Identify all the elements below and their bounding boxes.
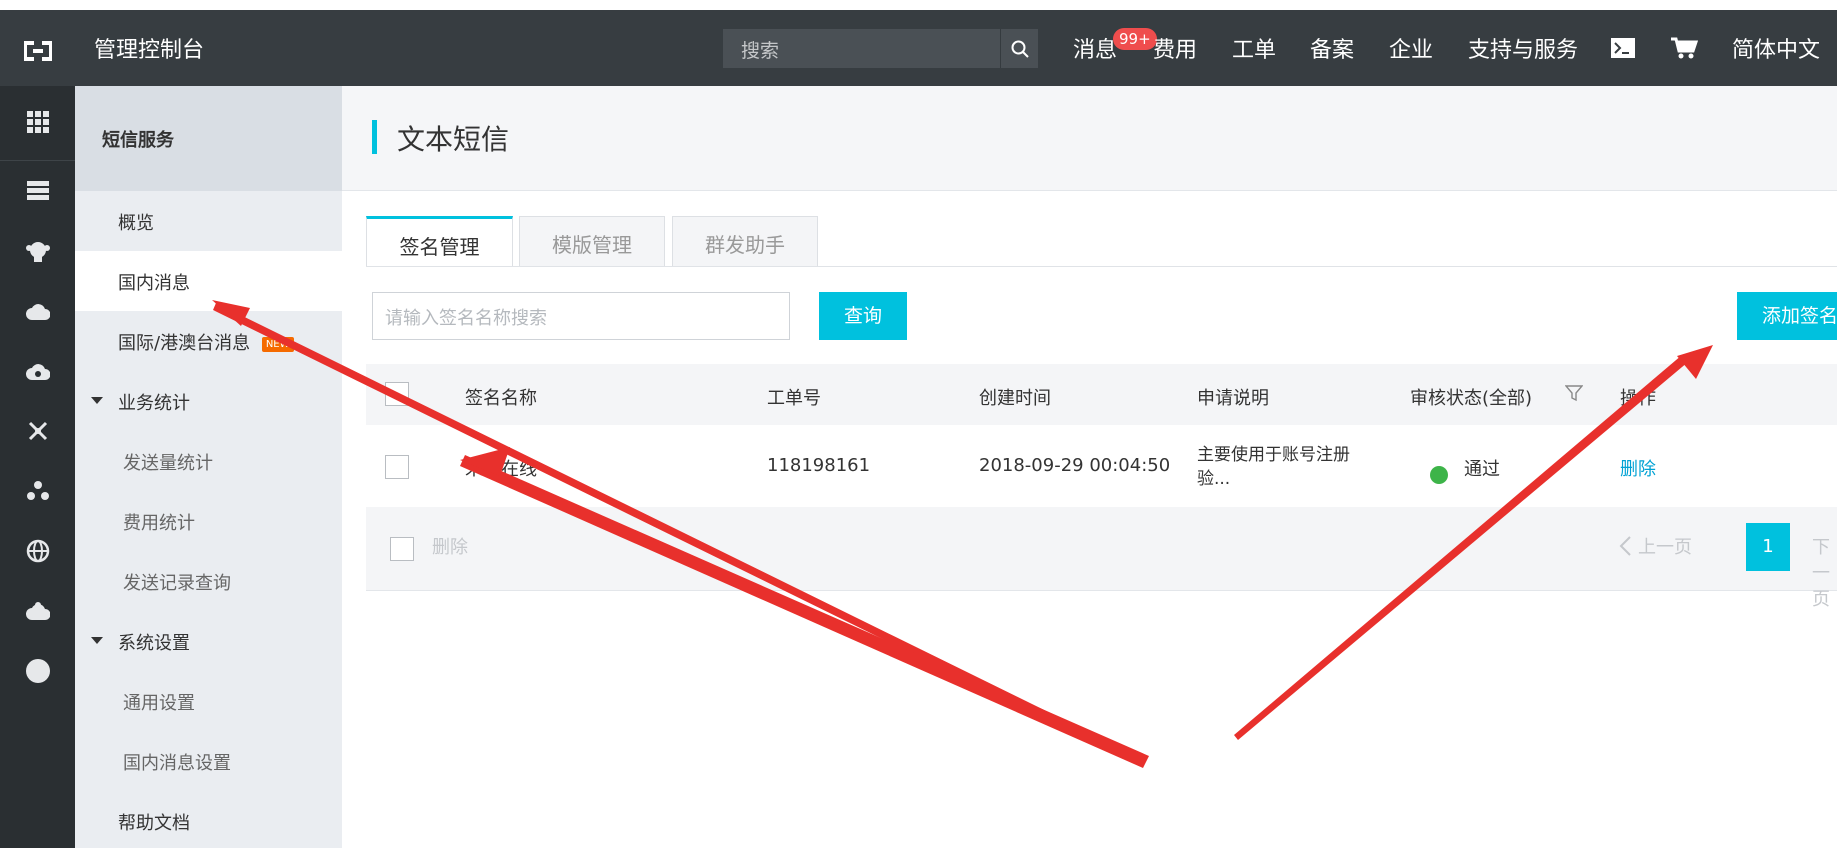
grid-icon[interactable] [25,109,51,135]
cart-icon[interactable] [1670,36,1698,60]
logo-icon[interactable] [18,36,58,66]
left-rail [0,86,75,848]
tab-bulk-send[interactable]: 群发助手 [672,216,818,267]
page-header: 文本短信 [342,86,1837,191]
cloud-icon[interactable] [25,298,51,324]
main-content: 文本短信 签名管理 模版管理 群发助手 请输入签名名称搜索 查询 添加签名 签名… [342,86,1837,848]
caret-down-icon [91,637,103,644]
col-note: 申请说明 [1197,388,1269,409]
new-tag: NEW [261,336,294,352]
nav-tickets[interactable]: 工单 [1232,32,1276,64]
sidebar-item-help-docs[interactable]: 帮助文档 [75,791,342,851]
col-action: 操作 [1620,388,1656,409]
sidebar-item-general-settings[interactable]: 通用设置 [75,671,342,731]
sidebar-item-send-stats[interactable]: 发送量统计 [75,431,342,491]
search-input[interactable]: 搜索 [723,29,1038,68]
sidebar-item-label: 国内消息 [118,273,190,294]
sidebar-group-settings[interactable]: 系统设置 [75,611,342,671]
nav-support[interactable]: 支持与服务 [1468,32,1578,64]
note-line: 验... [1197,469,1231,489]
sidebar-item-label: 帮助文档 [118,813,190,834]
signature-name: 未来在线 [465,459,537,480]
row-checkbox[interactable] [385,455,409,479]
created-time: 2018-09-29 00:04:50 [979,455,1171,476]
sidebar-item-domestic-settings[interactable]: 国内消息设置 [75,731,342,791]
sidebar-item-label: 发送量统计 [123,453,213,474]
add-signature-button[interactable]: 添加签名 [1737,292,1837,340]
gear-cloud-icon[interactable] [25,598,51,624]
nodes-icon[interactable] [25,478,51,504]
filter-icon[interactable] [1565,384,1583,402]
sidebar-item-label: 业务统计 [118,393,190,414]
sidebar-item-domestic[interactable]: 国内消息 [75,251,342,311]
sidebar-item-international[interactable]: 国际/港澳台消息 NEW [75,311,342,371]
signature-search-input[interactable]: 请输入签名名称搜索 [372,292,790,340]
tabs-divider [366,266,1837,267]
rail-divider [0,160,75,161]
table-header: 签名名称 工单号 创建时间 申请说明 审核状态(全部) 操作 [366,364,1837,425]
messages-badge: 99+ [1113,28,1157,50]
cloud-gear-icon[interactable] [25,358,51,384]
globe-icon[interactable] [25,538,51,564]
sidebar-header: 短信服务 [75,86,342,191]
tab-templates[interactable]: 模版管理 [519,216,665,267]
table-row: 未来在线 118198161 2018-09-29 00:04:50 主要使用于… [366,425,1837,510]
sidebar-item-label: 通用设置 [123,693,195,714]
application-note: 主要使用于账号注册 验... [1197,443,1350,491]
nav-icp[interactable]: 备案 [1310,32,1354,64]
pager-next[interactable]: 下一页 [1812,533,1837,611]
col-created: 创建时间 [979,388,1051,409]
sidebar-item-cost-stats[interactable]: 费用统计 [75,491,342,551]
status-dot-icon [1430,466,1448,484]
sidebar-item-label: 概览 [118,213,154,234]
sidebar-item-label: 费用统计 [123,513,195,534]
search-button[interactable] [1000,29,1038,68]
nav-billing[interactable]: 费用 [1153,32,1197,64]
delete-link[interactable]: 删除 [1620,455,1656,481]
col-status[interactable]: 审核状态(全部) [1410,384,1532,410]
sidebar-group-stats[interactable]: 业务统计 [75,371,342,431]
circle-icon[interactable] [25,658,51,684]
sidebar-item-send-records[interactable]: 发送记录查询 [75,551,342,611]
search-icon [1011,40,1029,58]
nav-enterprise[interactable]: 企业 [1389,32,1433,64]
app-title[interactable]: 管理控制台 [94,32,204,64]
tab-signatures[interactable]: 签名管理 [366,216,513,267]
sidebar-item-label: 发送记录查询 [123,573,231,594]
select-all-checkbox[interactable] [385,382,409,406]
note-line: 主要使用于账号注册 [1197,445,1350,465]
sidebar-item-overview[interactable]: 概览 [75,191,342,251]
bulk-delete-button[interactable]: 删除 [432,533,468,559]
nav-language[interactable]: 简体中文 [1732,32,1820,64]
top-bar: 管理控制台 搜索 消息 99+ 费用 工单 备案 企业 支持与服务 简体中文 [0,0,1837,86]
chevron-left-icon [1619,536,1631,556]
col-signature-name: 签名名称 [465,388,537,409]
nav-messages[interactable]: 消息 [1073,32,1117,64]
page-title: 文本短信 [397,123,510,156]
pager-page-1[interactable]: 1 [1746,523,1790,571]
sidebar: 短信服务 概览 国内消息 国际/港澳台消息 NEW 业务统计 发送量统计 费用统… [75,86,342,848]
monkey-icon[interactable] [25,238,51,264]
col-ticket: 工单号 [767,388,821,409]
sidebar-item-label: 系统设置 [118,633,190,654]
sidebar-item-label: 国内消息设置 [123,753,231,774]
query-button[interactable]: 查询 [819,292,907,340]
terminal-icon[interactable] [1610,37,1636,59]
title-accent-bar [372,120,377,154]
ticket-number: 118198161 [767,455,871,476]
sidebar-item-label: 国际/港澳台消息 [118,333,251,354]
table-footer: 删除 上一页 1 下一页 [366,507,1837,610]
caret-down-icon [91,397,103,404]
status-text: 通过 [1464,459,1500,480]
server-icon[interactable] [25,178,51,204]
cross-icon[interactable] [25,418,51,444]
footer-select-checkbox[interactable] [390,537,414,561]
pager-prev[interactable]: 上一页 [1638,533,1692,559]
